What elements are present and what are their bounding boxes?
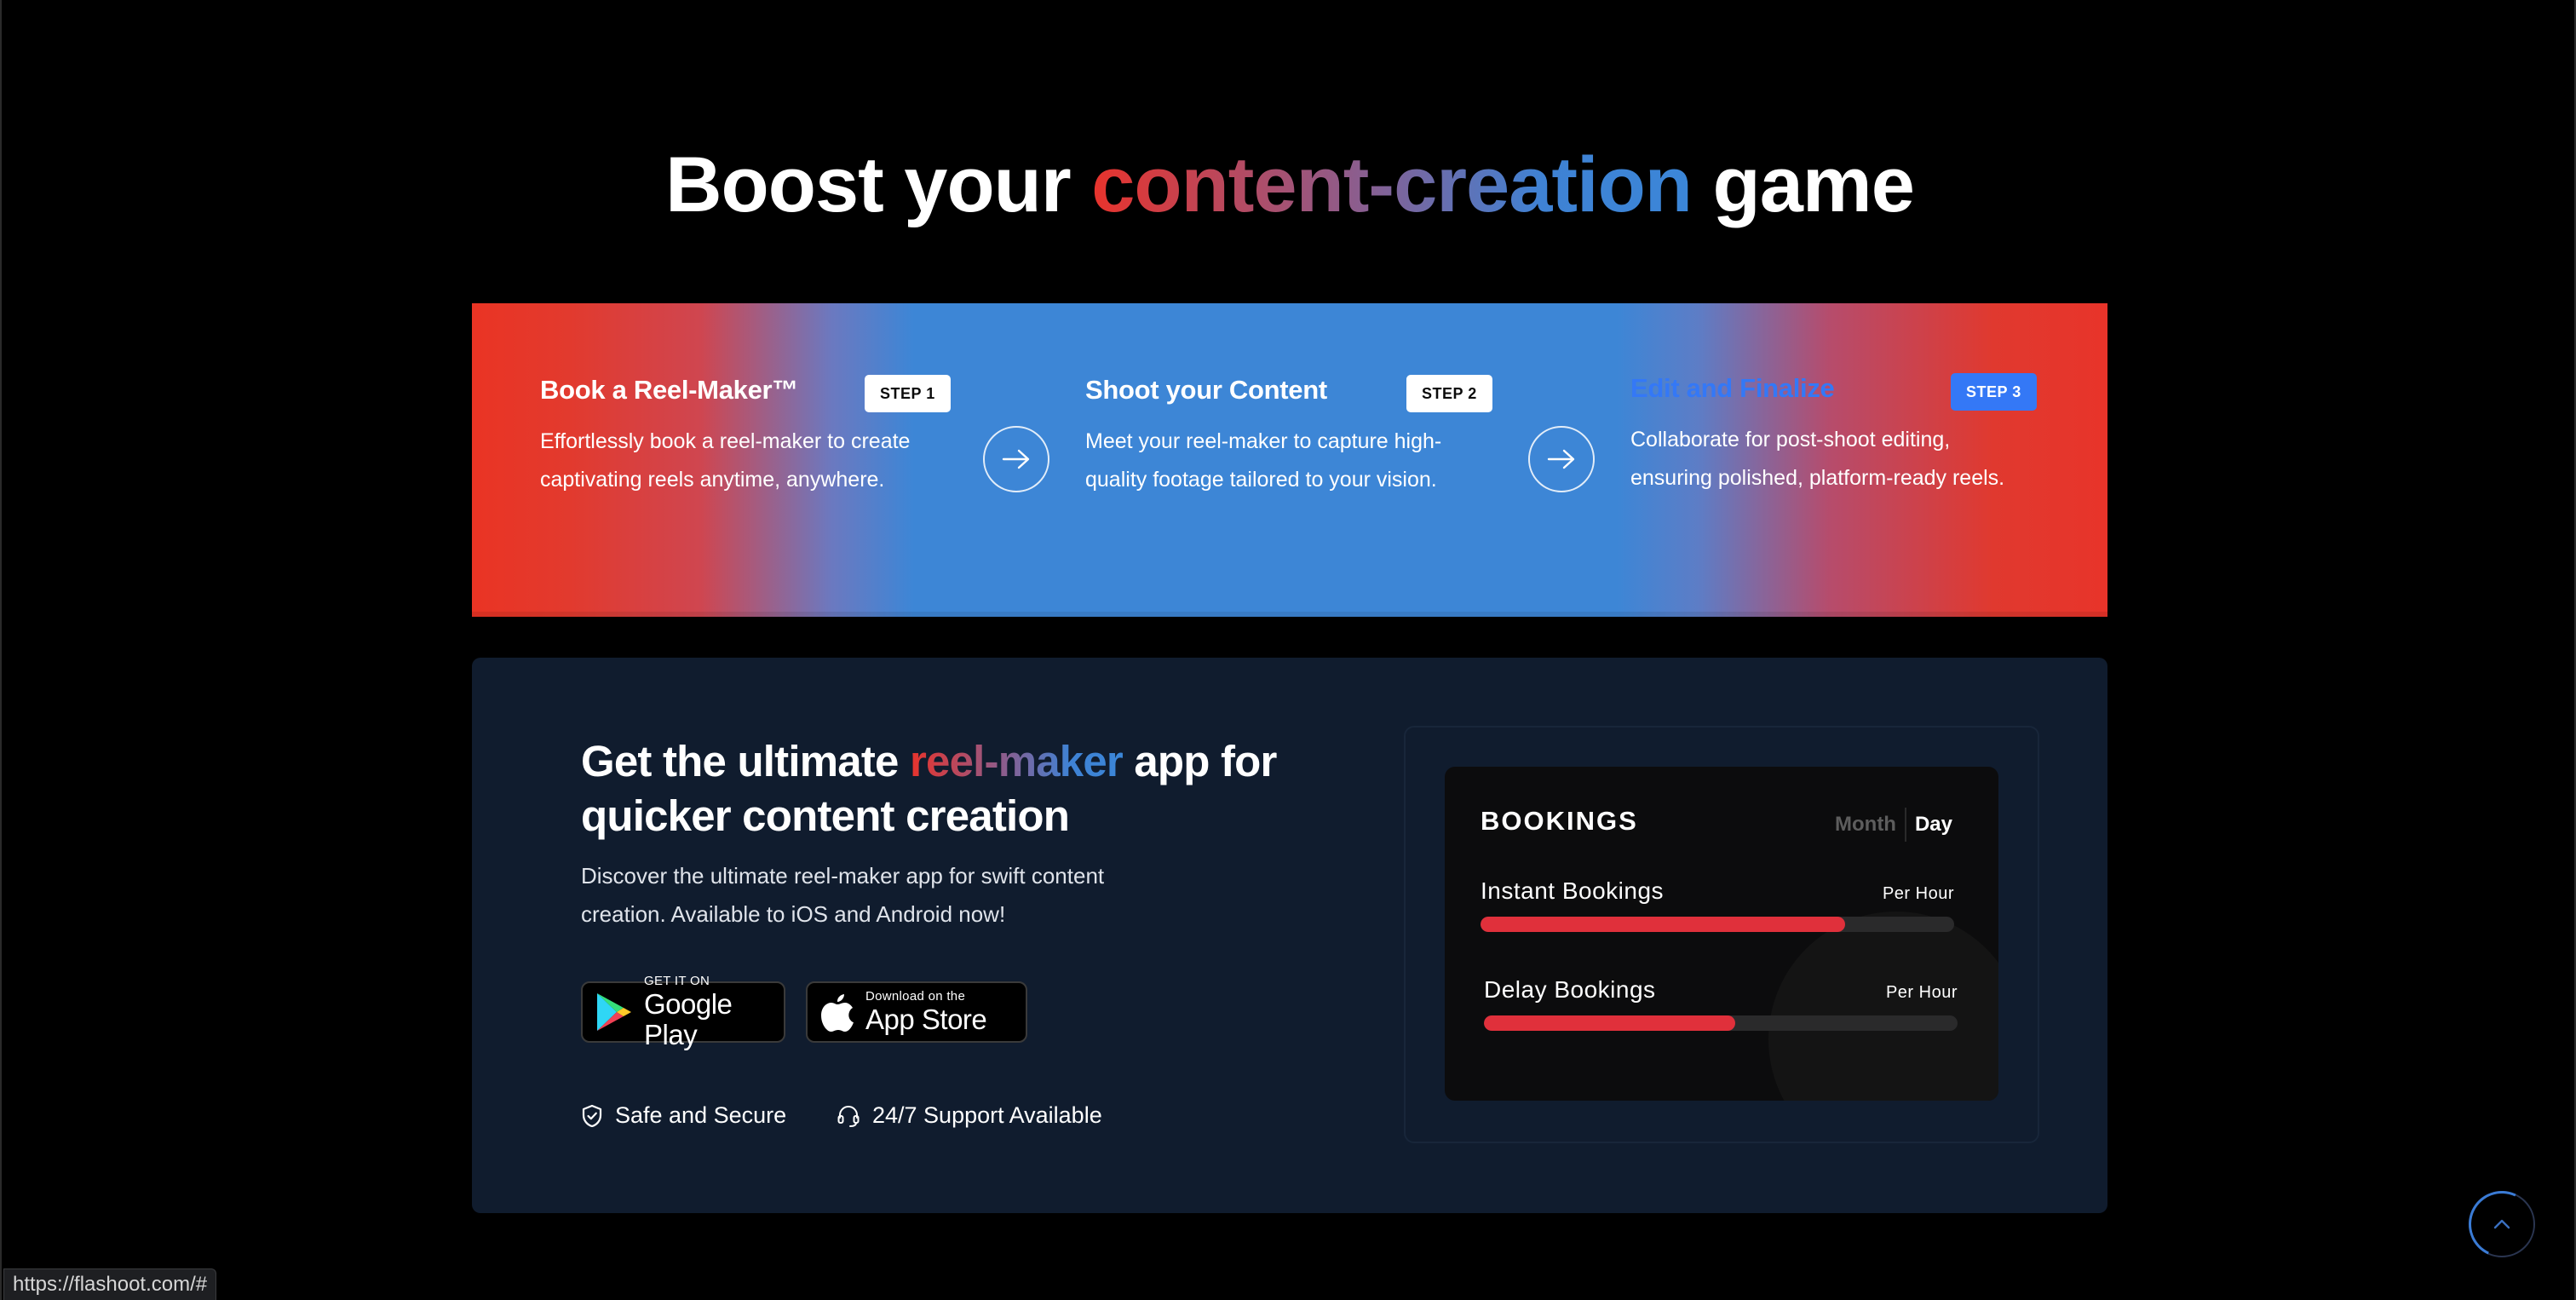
page: Boost your content-creation game Book a … [0,0,2576,1300]
app-store-big-label: App Store [865,1004,987,1035]
toggle-day[interactable]: Day [1906,813,1952,837]
headline-end: game [1712,141,1915,228]
app-section-description: Discover the ultimate reel-maker app for… [581,863,1105,927]
page-headline: Boost your content-creation game [2,138,2576,232]
steps-band: Book a Reel-Maker™ Effortlessly book a r… [472,303,2107,617]
booking-progress-fill [1481,917,1846,932]
app-store-text: Download on the App Store [865,989,987,1035]
trust-support-label: 24/7 Support Available [872,1102,1102,1128]
step-2-badge: STEP 2 [1406,375,1492,412]
arrow-right-icon [983,426,1049,492]
arrow-right-glyph [1002,449,1030,469]
step-1-badge: STEP 1 [865,375,951,412]
google-play-icon [595,991,634,1033]
step-2-description: Meet your reel-maker to capture high-qua… [1085,429,1442,492]
booking-row-unit: Per Hour [1885,983,1958,1002]
google-play-button[interactable]: GET IT ON Google Play [581,974,785,1050]
headline-start: Boost your [665,141,1072,228]
google-play-small-label: GET IT ON [644,974,710,988]
google-play-text: GET IT ON Google Play [644,974,784,1050]
booking-row-unit: Per Hour [1882,884,1954,903]
bookings-widget: BOOKINGS Month Day Instant Bookings Per … [1445,767,1998,1101]
period-toggle: Month Day [1835,808,1952,842]
step-3-description: Collaborate for post-shoot editing, ensu… [1630,428,2005,490]
trust-item-safe: Safe and Secure [581,1102,786,1129]
booking-progress-fill [1484,1015,1735,1031]
bookings-title: BOOKINGS [1481,806,1638,836]
headline-highlight: content-creation [1091,141,1693,228]
chevron-up-icon [2493,1219,2510,1229]
arrow-right-icon [1528,426,1595,492]
apple-icon [819,991,855,1033]
app-store-button[interactable]: Download on the App Store [806,981,1027,1043]
booking-progress-track [1484,1015,1958,1031]
app-section-title: Get the ultimate reel-maker app for quic… [581,734,1279,843]
app-title-start: Get the ultimate [581,737,899,785]
booking-row-instant: Instant Bookings Per Hour [1481,877,1954,932]
toggle-month[interactable]: Month [1835,808,1906,842]
google-play-big-label: Google Play [644,988,733,1050]
app-promo-card: Get the ultimate reel-maker app for quic… [472,658,2107,1213]
arrow-right-glyph [1547,449,1575,469]
shield-check-icon [582,1104,602,1127]
booking-progress-track [1481,917,1954,932]
step-1-description: Effortlessly book a reel-maker to create… [540,429,911,492]
app-title-highlight: reel-maker [909,737,1124,785]
booking-row-delay: Delay Bookings Per Hour [1484,976,1958,1031]
scroll-to-top-button[interactable] [2469,1191,2535,1257]
status-bar-url: https://flashoot.com/# [3,1268,217,1300]
trust-safe-label: Safe and Secure [615,1102,787,1128]
trust-item-support: 24/7 Support Available [837,1102,1102,1129]
headset-icon [837,1105,860,1127]
step-3-badge: STEP 3 [1951,373,2037,411]
app-store-small-label: Download on the [865,989,966,1004]
